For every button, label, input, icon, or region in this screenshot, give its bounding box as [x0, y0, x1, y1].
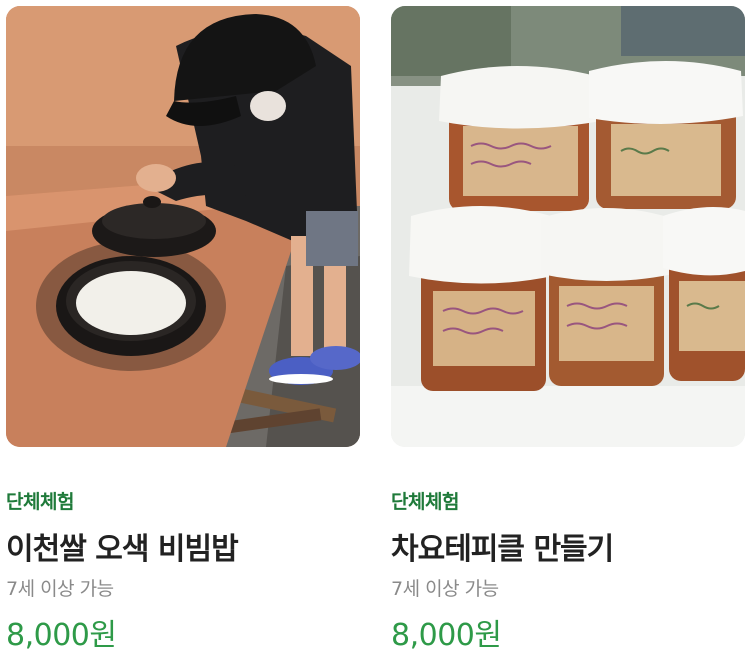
product-card-chayote-pickle[interactable]	[391, 6, 745, 447]
product-card-bibimbap[interactable]	[6, 6, 360, 447]
product-price: 8,000원	[391, 618, 502, 653]
rice-pot-photo	[6, 6, 360, 447]
product-age-note: 7세 이상 가능	[391, 578, 499, 600]
product-age-note: 7세 이상 가능	[6, 578, 114, 600]
jam-jars-photo	[391, 6, 745, 447]
product-price: 8,000원	[6, 618, 117, 653]
product-grid: 단체체험 이천쌀 오색 비빔밥 7세 이상 가능 8,000원 단체체험 차요테…	[0, 0, 750, 653]
product-category-label: 단체체험	[6, 491, 74, 513]
product-image-chayote-pickle[interactable]	[391, 6, 745, 447]
product-image-bibimbap[interactable]	[6, 6, 360, 447]
product-title[interactable]: 이천쌀 오색 비빔밥	[6, 524, 239, 568]
product-title[interactable]: 차요테피클 만들기	[391, 524, 614, 568]
product-category-label: 단체체험	[391, 491, 459, 513]
